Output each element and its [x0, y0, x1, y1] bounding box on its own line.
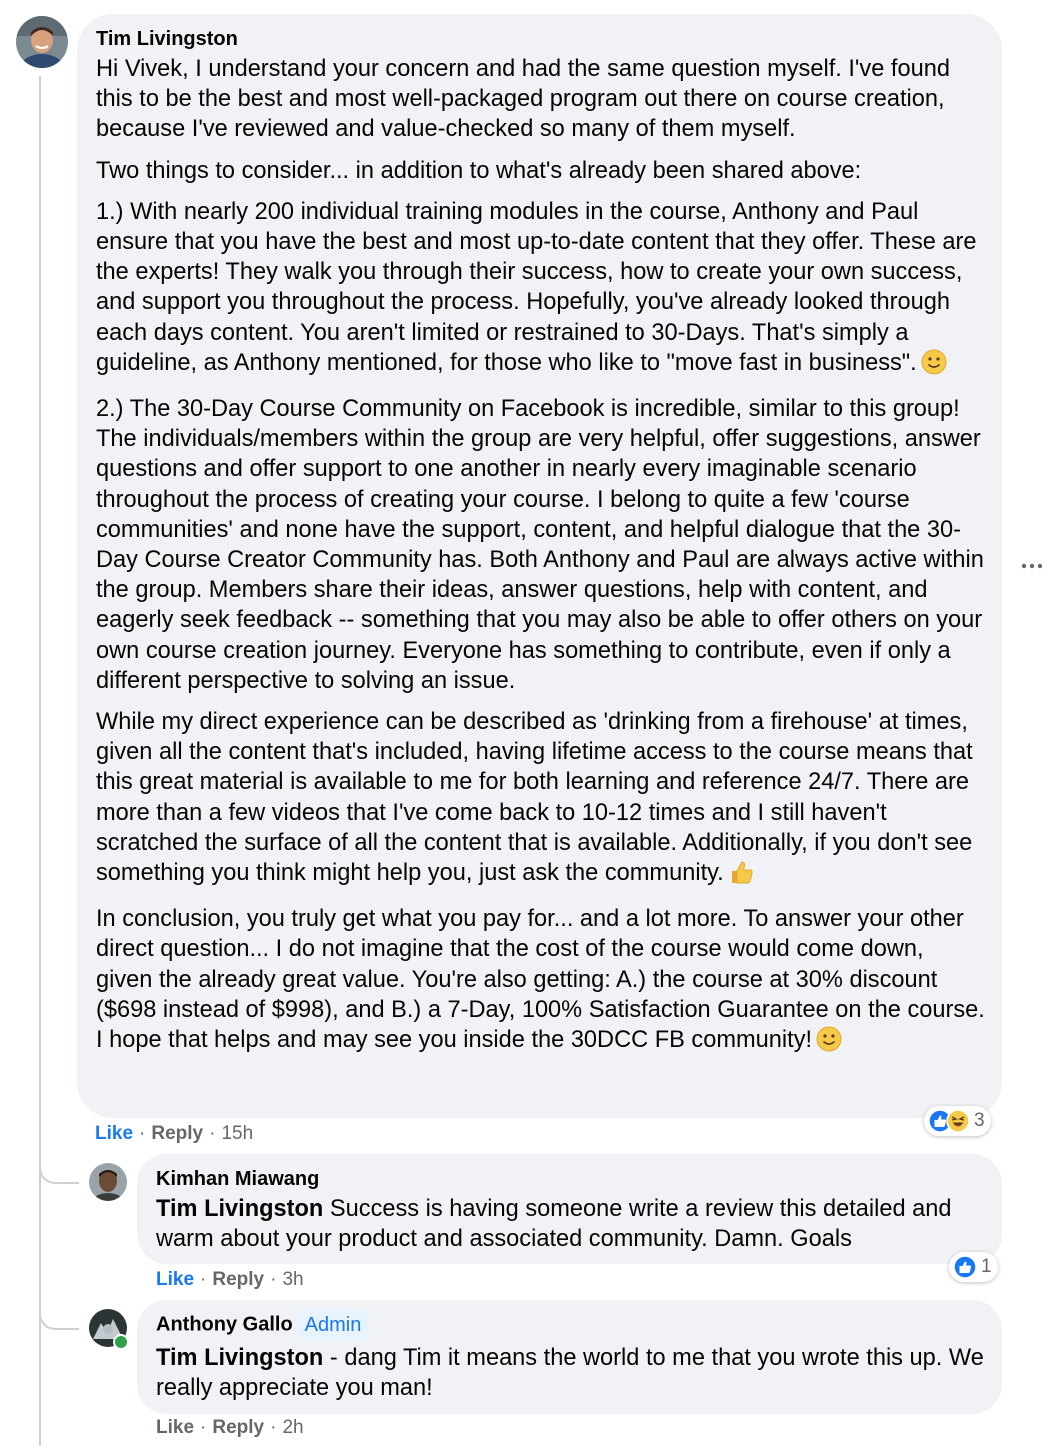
comment-author-row: Anthony Gallo Admin [156, 1310, 986, 1340]
thumbs-up-emoji [728, 859, 754, 893]
separator: · [270, 1269, 277, 1290]
comment-bubble: Anthony Gallo Admin Tim Livingston - dang… [137, 1300, 1002, 1414]
comment-paragraph: 2.) The 30-Day Course Community on Faceb… [96, 396, 984, 694]
reply-button[interactable]: Reply [212, 1269, 264, 1290]
avatar[interactable] [89, 1163, 127, 1201]
comment-paragraph: Hi Vivek, I understand your concern and … [96, 56, 950, 143]
comment-actions: Like · Reply · 3h [156, 1268, 304, 1292]
like-button[interactable]: Like [156, 1269, 194, 1290]
comment-paragraph: 1.) With nearly 200 individual training … [96, 197, 986, 383]
separator: · [200, 1269, 207, 1290]
comment-body: Tim Livingston - dang Tim it means the w… [156, 1343, 986, 1403]
comment-paragraph: Two things to consider... in addition to… [96, 157, 862, 184]
comment-timestamp[interactable]: 2h [282, 1417, 303, 1438]
reaction-count: 3 [974, 1110, 985, 1131]
comment-timestamp[interactable]: 15h [221, 1123, 253, 1144]
like-button[interactable]: Like [156, 1417, 194, 1438]
reaction-summary[interactable]: 3 [924, 1106, 991, 1136]
comment-bubble: Tim Livingston Hi Vivek, I understand yo… [77, 14, 1002, 1118]
comment-actions: Like · Reply · 2h [156, 1416, 304, 1440]
comment-body: Hi Vivek, I understand your concern and … [96, 54, 986, 1060]
paragraph-text: In conclusion, you truly get what you pa… [96, 906, 985, 1054]
online-status-dot [113, 1334, 129, 1350]
reply-connector [39, 1285, 79, 1330]
mention-link[interactable]: Tim Livingston [156, 1345, 323, 1371]
comment-body: Tim Livingston Success is having someone… [156, 1194, 986, 1254]
reply-button[interactable]: Reply [212, 1417, 264, 1438]
separator: · [139, 1123, 146, 1144]
paragraph-text: While my direct experience can be descri… [96, 709, 973, 887]
separator: · [270, 1417, 277, 1438]
separator: · [200, 1417, 207, 1438]
like-button[interactable]: Like [95, 1123, 133, 1144]
slightly-smiling-face-emoji [816, 1026, 842, 1060]
avatar[interactable] [16, 16, 68, 68]
reply-connector [39, 1140, 79, 1184]
comment-author[interactable]: Kimhan Miawang [156, 1167, 986, 1191]
reaction-summary[interactable]: 1 [949, 1252, 998, 1282]
like-reaction-icon [953, 1255, 977, 1279]
separator: · [209, 1123, 216, 1144]
comment-author[interactable]: Tim Livingston [96, 27, 986, 51]
comment-paragraph: In conclusion, you truly get what you pa… [96, 904, 986, 1060]
more-options-icon[interactable] [1021, 556, 1042, 576]
mention-link[interactable]: Tim Livingston [156, 1196, 323, 1222]
haha-reaction-icon [946, 1109, 970, 1133]
slightly-smiling-face-emoji [921, 349, 947, 383]
comment-timestamp[interactable]: 3h [282, 1269, 303, 1290]
comment-bubble: Kimhan Miawang Tim Livingston Success is… [137, 1154, 1002, 1264]
comment-actions: Like · Reply · 15h [95, 1122, 253, 1146]
admin-badge[interactable]: Admin [297, 1310, 369, 1340]
reply-button[interactable]: Reply [151, 1123, 203, 1144]
thread-line [39, 76, 41, 1446]
comment-paragraph: While my direct experience can be descri… [96, 707, 986, 893]
reaction-count: 1 [981, 1256, 992, 1277]
paragraph-text: 1.) With nearly 200 individual training … [96, 198, 977, 376]
comment-author[interactable]: Anthony Gallo [156, 1313, 293, 1335]
